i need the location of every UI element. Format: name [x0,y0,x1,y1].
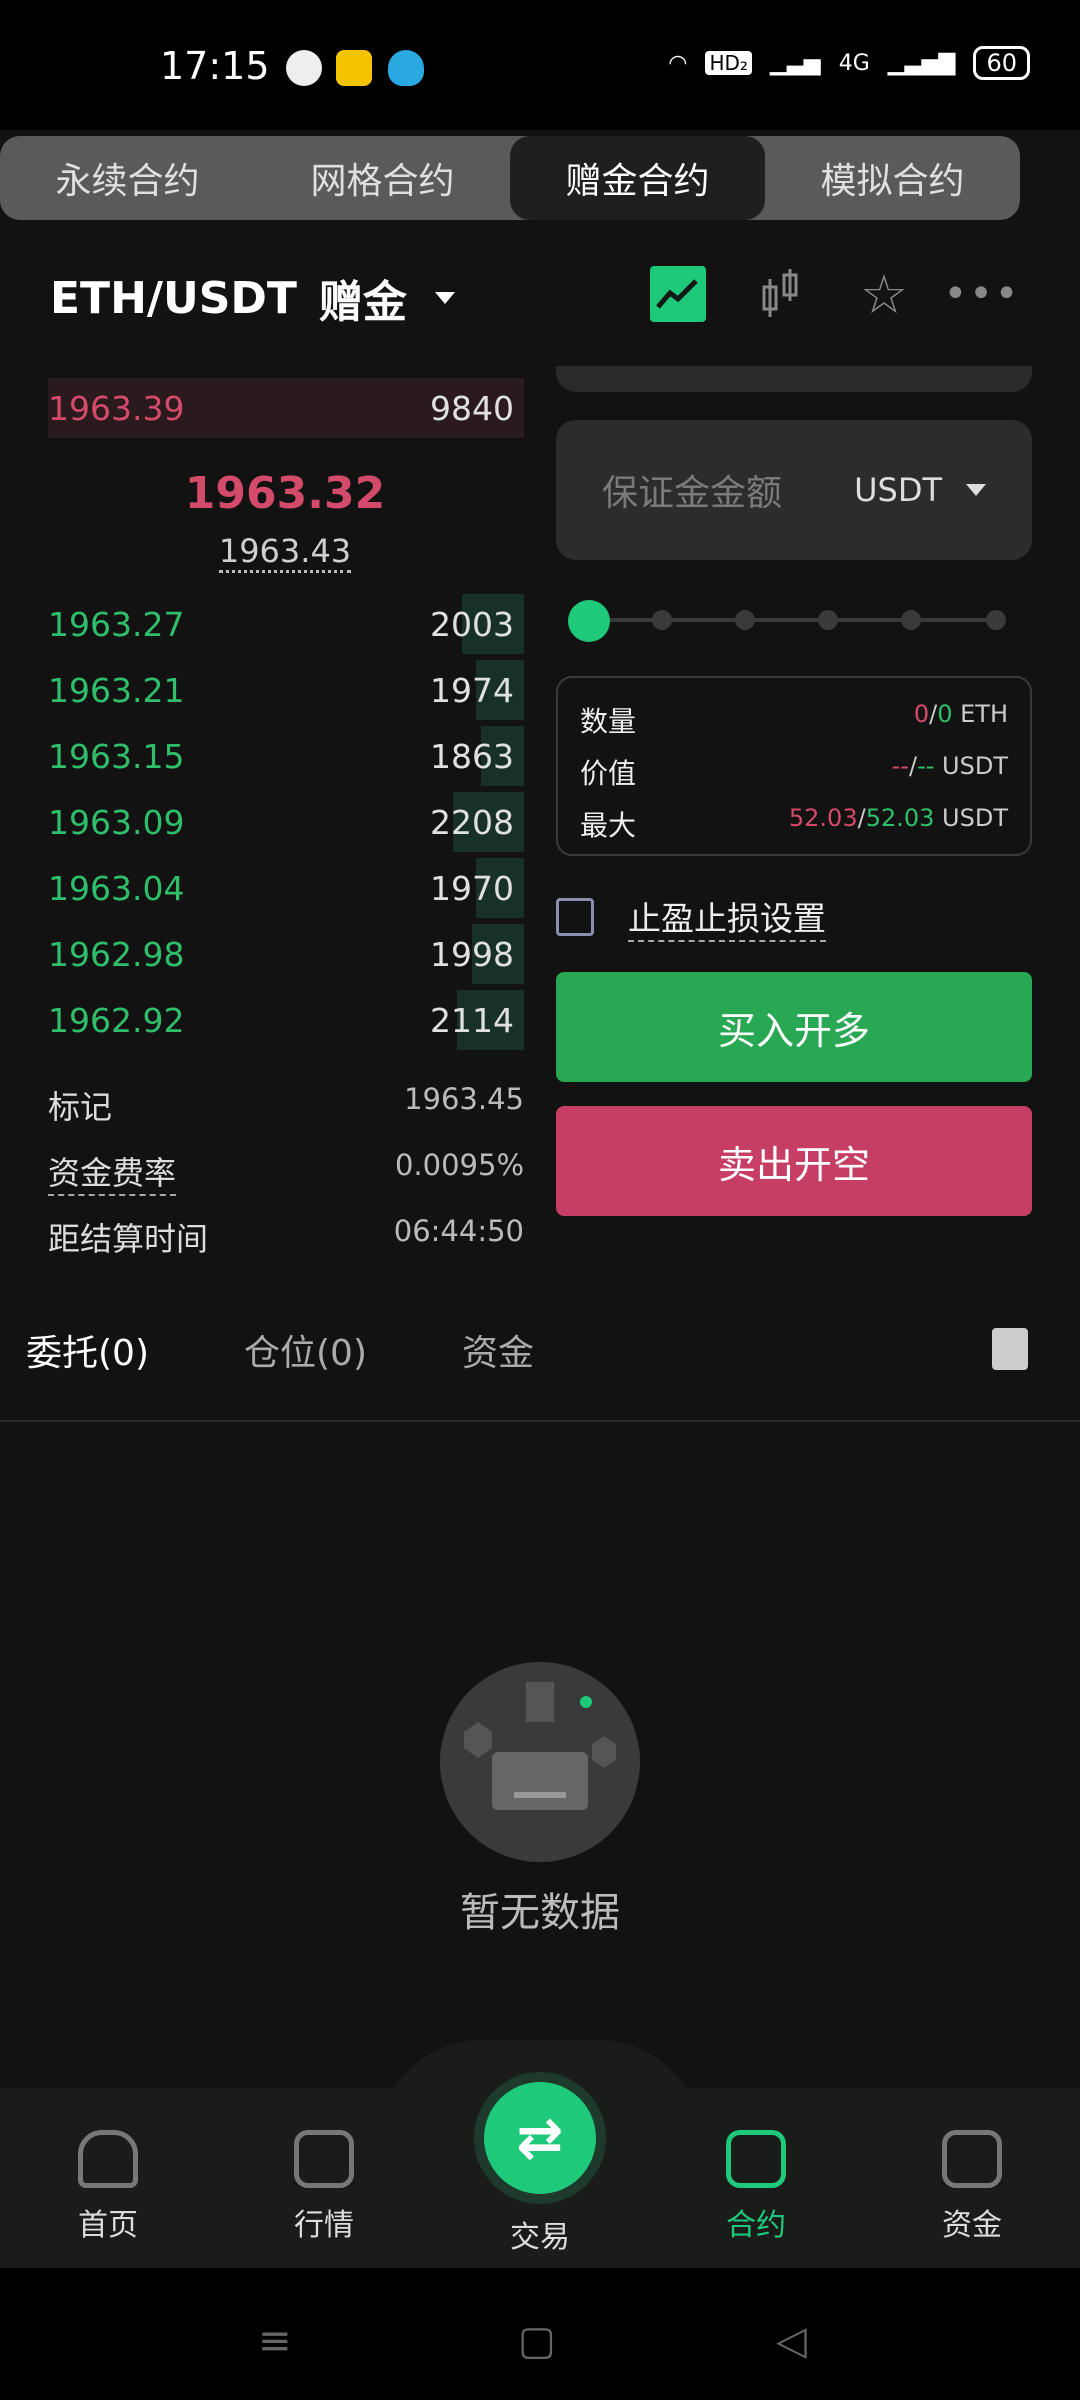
meituan-icon [336,50,372,86]
bid-price: 1963.27 [48,604,185,644]
wallet-icon [942,2130,1002,2188]
bid-qty: 1974 [430,670,514,710]
bid-price: 1963.09 [48,802,185,842]
tp-sl-label: 止盈止损设置 [628,892,826,942]
pair-selector[interactable]: ETH/USDT 赠金 [50,266,455,330]
bid-row[interactable]: 1962.92 2114 [48,990,524,1050]
signal-icon-2: ▁▃▅▇ [887,50,956,76]
nav-home[interactable]: 首页 [38,2130,178,2244]
contract-tabs: 永续合约 网格合约 赠金合约 模拟合约 [0,136,1020,220]
nav-trade-label[interactable]: 交易 [470,2212,610,2256]
qq-icon [388,50,424,86]
bid-qty: 2003 [430,604,514,644]
home-square-icon[interactable]: ▢ [518,2318,556,2364]
bid-qty: 1970 [430,868,514,908]
nav-contract[interactable]: 合约 [686,2130,826,2244]
bid-price: 1963.21 [48,670,185,710]
bid-row[interactable]: 1963.27 2003 [48,594,524,654]
divider [0,1420,1080,1422]
bid-qty: 1998 [430,934,514,974]
bid-price: 1963.04 [48,868,185,908]
order-summary: 数量 0/0 ETH 价值 --/-- USDT 最大 52.03/52.03 … [556,676,1032,856]
mark-price-row: 标记 1963.45 [48,1082,524,1126]
position-tabs: 委托(0) 仓位(0) 资金 [26,1324,680,1376]
leverage-slider[interactable] [568,600,1018,642]
home-icon [78,2130,138,2188]
order-type-field[interactable] [556,366,1032,392]
index-price: 1963.43 [0,532,570,573]
margin-amount-input[interactable]: 保证金金额 USDT [556,420,1032,560]
candlestick-icon[interactable] [752,266,808,322]
tab-perpetual[interactable]: 永续合约 [0,136,255,220]
tp-sl-setting[interactable]: 止盈止损设置 [556,892,826,942]
buy-long-button[interactable]: 买入开多 [556,972,1032,1082]
nav-assets[interactable]: 资金 [902,2130,1042,2244]
empty-box-icon [440,1662,640,1862]
star-icon[interactable]: ☆ [856,263,912,326]
bid-qty: 1863 [430,736,514,776]
funding-rate-row[interactable]: 资金费率 0.0095% [48,1148,524,1196]
margin-unit-select[interactable]: USDT [854,471,986,509]
wifi-icon: ◠ [668,50,688,76]
hd-badge: HD₂ [705,51,752,75]
tab-assets[interactable]: 资金 [462,1324,680,1376]
chevron-down-icon [966,484,986,496]
battery-indicator: 60 [973,46,1030,80]
bid-price: 1962.92 [48,1000,185,1040]
chart-icon[interactable] [650,266,706,322]
tab-orders[interactable]: 委托(0) [26,1324,244,1376]
status-indicators: ◠ HD₂ ▁▃▅ 4G ▁▃▅▇ 60 [668,46,1030,80]
market-icon [294,2130,354,2188]
tab-positions[interactable]: 仓位(0) [244,1324,462,1376]
tp-sl-checkbox[interactable] [556,898,594,936]
ask-qty: 9840 [430,388,514,428]
bid-row[interactable]: 1963.21 1974 [48,660,524,720]
signal-icon: ▁▃▅ [769,50,821,76]
bid-price: 1962.98 [48,934,185,974]
menu-icon[interactable]: ≡ [258,2318,292,2364]
contract-icon [726,2130,786,2188]
wechat-icon [286,50,322,86]
bid-row[interactable]: 1962.98 1998 [48,924,524,984]
settlement-time-row: 距结算时间 06:44:50 [48,1214,524,1258]
tab-bonus[interactable]: 赠金合约 [510,136,765,220]
tab-simulated[interactable]: 模拟合约 [765,136,1020,220]
nav-market[interactable]: 行情 [254,2130,394,2244]
document-icon[interactable] [992,1328,1028,1370]
bid-price: 1963.15 [48,736,185,776]
pair-mode: 赠金 [318,277,407,328]
more-icon[interactable]: ••• [944,266,1019,322]
signal-4g-label: 4G [838,50,870,76]
empty-state-text: 暂无数据 [460,1890,620,1936]
last-price: 1963.32 [184,468,386,519]
sell-short-button[interactable]: 卖出开空 [556,1106,1032,1216]
slider-knob[interactable] [568,600,610,642]
swap-icon[interactable]: ⇄ [484,2082,596,2194]
status-time: 17:15 [160,44,270,88]
bid-row[interactable]: 1963.09 2208 [48,792,524,852]
tab-grid[interactable]: 网格合约 [255,136,510,220]
bid-qty: 2208 [430,802,514,842]
bid-row[interactable]: 1963.15 1863 [48,726,524,786]
bid-qty: 2114 [430,1000,514,1040]
bid-row[interactable]: 1963.04 1970 [48,858,524,918]
margin-placeholder: 保证金金额 [602,473,783,514]
ask-row[interactable]: 1963.39 9840 [48,378,524,438]
chevron-down-icon [434,292,455,304]
ask-price: 1963.39 [48,388,185,428]
back-icon[interactable]: ◁ [776,2318,807,2364]
pair-symbol: ETH/USDT [50,272,297,324]
